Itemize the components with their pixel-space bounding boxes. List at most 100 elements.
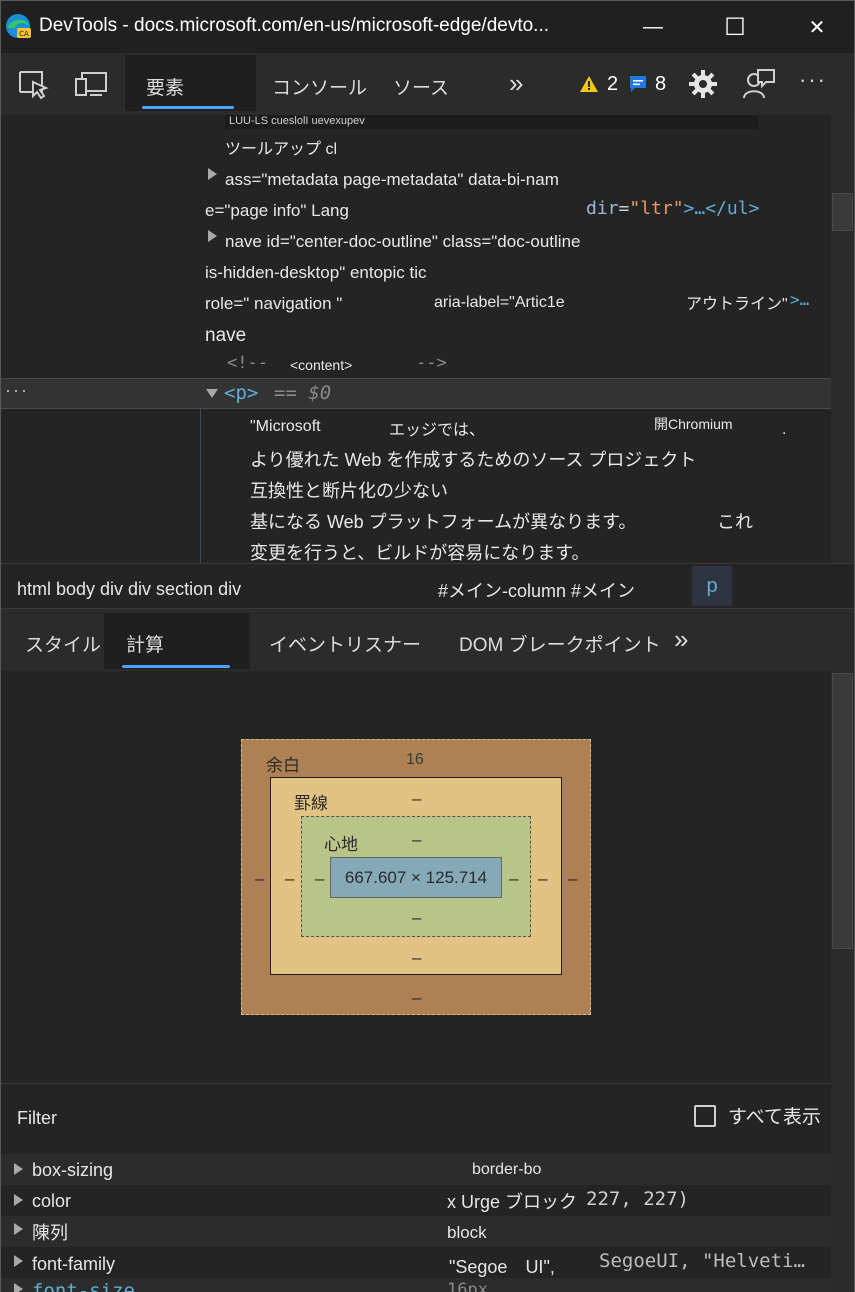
text-node-line[interactable]: 基になる Web プラットフォームが異なります。: [250, 508, 636, 534]
dom-line[interactable]: ass="metadata page-metadata" data-bi-nam: [225, 170, 559, 190]
text-node-dot: .: [782, 421, 787, 438]
computed-scrollbar[interactable]: [831, 671, 854, 1083]
dom-line[interactable]: aria-label="Artic1e: [434, 294, 565, 312]
text-node-line[interactable]: 互換性と断片化の少ない: [250, 477, 448, 503]
property-value: border-bo: [472, 1161, 542, 1178]
text-node-line[interactable]: エッジでは、: [389, 416, 485, 440]
dom-line[interactable]: ツールアップ cl: [225, 135, 337, 159]
border-label: 罫線: [294, 794, 328, 813]
row-dots-icon[interactable]: ···: [5, 380, 29, 401]
minimize-icon: —: [643, 15, 663, 38]
attr-eq: =: [618, 198, 630, 219]
border-right-value[interactable]: –: [538, 869, 547, 889]
tab-elements[interactable]: 要素: [146, 73, 184, 100]
property-name: 陳列: [32, 1223, 68, 1243]
margin-right-value[interactable]: –: [568, 869, 577, 889]
dom-line[interactable]: is-hidden-desktop" entopic tic: [205, 263, 427, 283]
tab-event-listeners[interactable]: イベントリスナー: [269, 630, 421, 657]
tab-computed[interactable]: 計算: [126, 630, 164, 657]
text-node-line[interactable]: 変更を行うと、ビルドが容易になります。: [250, 539, 589, 563]
expand-arrow-icon[interactable]: [14, 1194, 23, 1206]
tab-console[interactable]: コンソール: [272, 73, 367, 100]
tab-dom-breakpoints[interactable]: DOM ブレークポイント: [459, 630, 661, 657]
minimize-button[interactable]: —: [623, 1, 683, 53]
tab-elements-underline: [142, 106, 234, 109]
settings-gear-icon[interactable]: [683, 64, 723, 104]
border-left-value[interactable]: –: [285, 869, 294, 889]
elements-scrollbar-thumb[interactable]: [832, 193, 853, 231]
tab-styles[interactable]: スタイル: [25, 630, 101, 657]
property-row[interactable]: font-size 16px: [1, 1278, 831, 1292]
ul-close-tag: >…</ul>: [683, 198, 760, 219]
expand-arrow-icon[interactable]: [14, 1163, 23, 1175]
property-row[interactable]: box-sizing border-bo: [1, 1154, 831, 1185]
close-icon: ✕: [808, 16, 826, 39]
box-model-content[interactable]: 667.607 × 125.714: [330, 857, 502, 898]
elements-scrollbar[interactable]: [831, 115, 854, 563]
padding-left-value[interactable]: –: [315, 869, 324, 889]
margin-top-value[interactable]: 16: [406, 751, 424, 769]
maximize-button[interactable]: ☐: [705, 1, 765, 53]
inspect-element-icon[interactable]: [13, 64, 53, 104]
expand-arrow-icon[interactable]: [208, 168, 217, 180]
padding-bottom-value[interactable]: –: [412, 908, 421, 928]
show-all-label[interactable]: すべて表示: [728, 1102, 821, 1129]
text-node-line[interactable]: "Microsoft: [250, 418, 321, 436]
property-row[interactable]: 陳列 block: [1, 1216, 831, 1247]
filter-label[interactable]: Filter: [17, 1108, 57, 1129]
outline-close-tag[interactable]: >…: [790, 290, 809, 309]
margin-left-value[interactable]: –: [255, 869, 264, 889]
more-tabs-button[interactable]: »: [509, 68, 523, 99]
dom-line[interactable]: nave: [205, 325, 246, 347]
property-row[interactable]: color x Urge ブロック 227, 227): [1, 1185, 831, 1216]
comment-node[interactable]: <!--: [227, 353, 268, 373]
properties-scrollbar[interactable]: [831, 1083, 854, 1292]
expand-arrow-icon[interactable]: [14, 1283, 23, 1292]
property-name: font-size: [32, 1280, 135, 1292]
text-node-line[interactable]: これ: [717, 508, 753, 534]
text-node-line[interactable]: 開Chromium: [654, 414, 733, 434]
computed-scrollbar-thumb[interactable]: [832, 673, 853, 949]
breadcrumb: html body div div section div #メイン-colum…: [1, 563, 854, 609]
device-emulation-icon[interactable]: [71, 64, 111, 104]
property-value-extra: SegoeUI, "Helveti…: [599, 1250, 805, 1272]
expand-arrow-icon[interactable]: [14, 1223, 23, 1235]
show-all-checkbox[interactable]: [694, 1105, 716, 1127]
property-value: "Segoe UI",: [449, 1257, 555, 1277]
dom-line[interactable]: role=" navigation ": [205, 294, 342, 314]
padding-top-value[interactable]: –: [412, 830, 421, 850]
close-button[interactable]: ✕: [787, 1, 847, 53]
breadcrumb-path[interactable]: html body div div section div: [17, 579, 241, 600]
property-row[interactable]: font-family "Segoe UI", SegoeUI, "Helvet…: [1, 1247, 831, 1278]
sidebar-tabs: スタイル 計算 イベントリスナー DOM ブレークポイント »: [1, 609, 854, 671]
property-name: font-family: [32, 1254, 116, 1274]
dir-attribute[interactable]: dir="ltr">…</ul>: [586, 198, 759, 219]
dom-line[interactable]: e="page info" Lang: [205, 201, 349, 221]
feedback-icon[interactable]: [739, 64, 779, 104]
margin-bottom-value[interactable]: –: [412, 988, 421, 1008]
expand-arrow-icon[interactable]: [208, 230, 217, 242]
property-value-extra: 227, 227): [586, 1188, 689, 1210]
padding-right-value[interactable]: –: [509, 869, 518, 889]
tab-sources[interactable]: ソース: [393, 73, 449, 100]
border-bottom-value[interactable]: –: [412, 948, 421, 968]
dom-line[interactable]: アウトライン": [686, 290, 788, 314]
property-name: color: [32, 1191, 72, 1211]
attr-name: dir: [586, 198, 619, 219]
more-options-button[interactable]: ···: [799, 67, 827, 93]
border-top-value[interactable]: –: [412, 789, 421, 809]
maximize-icon: ☐: [724, 13, 746, 41]
selected-dom-row[interactable]: [1, 378, 831, 409]
warnings-count: 2: [607, 73, 619, 95]
breadcrumb-current[interactable]: p: [692, 566, 732, 606]
collapse-arrow-icon[interactable]: [206, 389, 218, 398]
breadcrumb-ids[interactable]: #メイン-column #メイン: [438, 577, 635, 603]
comment-close: -->: [416, 353, 447, 373]
selected-suffix: == $0: [274, 382, 332, 404]
elements-dom-tree: LUU-LS cueslolI uevexupev ツールアップ cl ass=…: [1, 115, 831, 563]
dom-line[interactable]: nave id="center-doc-outline" class="doc-…: [225, 232, 580, 252]
expand-arrow-icon[interactable]: [14, 1255, 23, 1267]
more-subtabs-button[interactable]: »: [674, 624, 688, 655]
edge-logo-icon: CA: [5, 13, 31, 39]
text-node-line[interactable]: より優れた Web を作成するためのソース プロジェクト: [250, 446, 696, 472]
